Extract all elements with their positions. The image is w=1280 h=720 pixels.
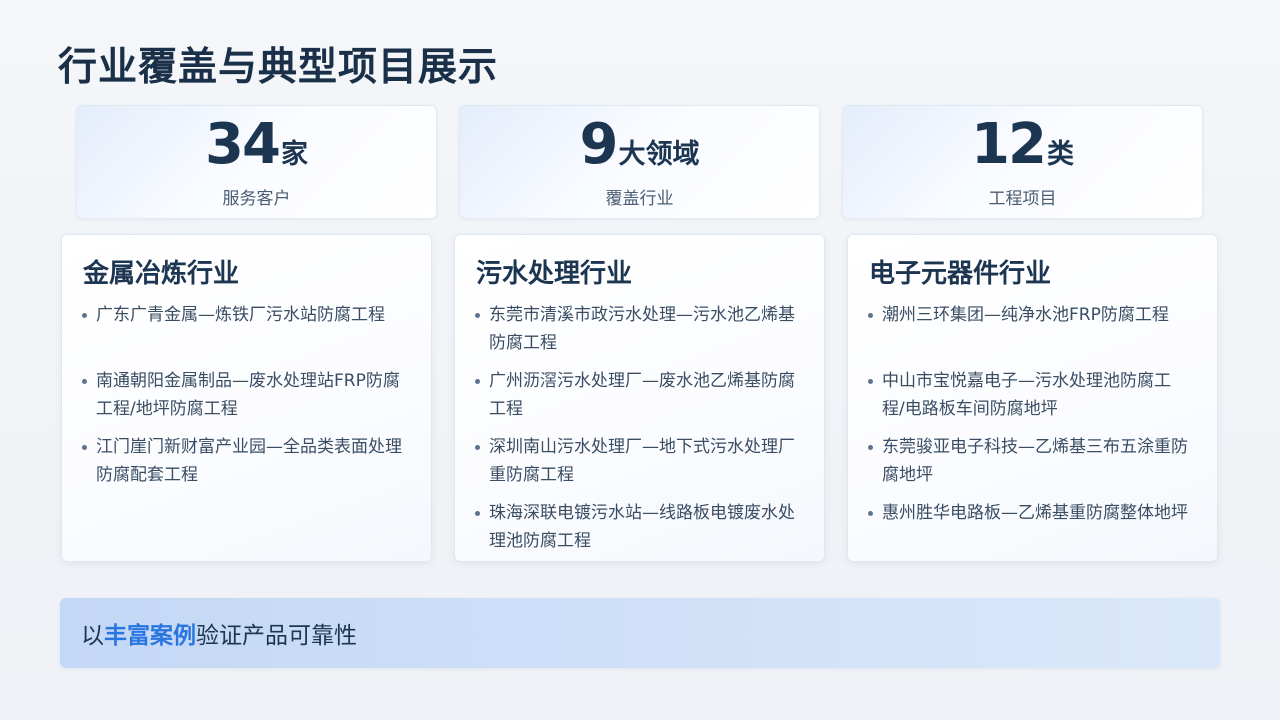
stat-card-projects: 12 类 工程项目 [842,105,1203,219]
list-item: 中山市宝悦嘉电子—污水处理池防腐工程/电路板车间防腐地坪 [868,367,1193,423]
list-item: 江门崖门新财富产业园—全品类表面处理防腐配套工程 [82,433,407,489]
stat-unit: 大领域 [618,139,700,170]
card-title: 污水处理行业 [476,259,633,289]
bullet-icon [868,379,873,384]
stat-card-clients: 34 家 服务客户 [76,105,437,219]
list-item-text: 南通朝阳金属制品—废水处理站FRP防腐工程/地坪防腐工程 [96,371,400,419]
stat-label: 工程项目 [988,189,1057,209]
stat-label: 覆盖行业 [605,189,674,209]
list-item: 南通朝阳金属制品—废水处理站FRP防腐工程/地坪防腐工程 [82,367,407,423]
bullet-icon [868,313,873,318]
list-item-text: 中山市宝悦嘉电子—污水处理池防腐工程/电路板车间防腐地坪 [882,371,1171,419]
banner-highlight: 丰富案例 [104,623,196,649]
list-item: 广东广青金属—炼铁厂污水站防腐工程 [82,301,407,329]
bullet-icon [475,511,480,516]
stat-unit: 类 [1046,139,1074,170]
list-item-text: 东莞市清溪市政污水处理—污水池乙烯基防腐工程 [489,305,795,353]
list-item: 惠州胜华电路板—乙烯基重防腐整体地坪 [868,499,1193,527]
industry-card-wastewater: 污水处理行业 东莞市清溪市政污水处理—污水池乙烯基防腐工程 广州沥滘污水处理厂—… [454,234,825,562]
banner-prefix: 以 [81,623,104,649]
card-title: 金属冶炼行业 [83,259,240,289]
list-item: 深圳南山污水处理厂—地下式污水处理厂重防腐工程 [475,433,800,489]
list-item: 广州沥滘污水处理厂—废水池乙烯基防腐工程 [475,367,800,423]
industry-card-metal: 金属冶炼行业 广东广青金属—炼铁厂污水站防腐工程 南通朝阳金属制品—废水处理站F… [61,234,432,562]
stat-number: 9 [579,112,619,177]
stat-unit: 家 [280,139,308,170]
stat-number: 34 [205,112,281,177]
list-item-text: 惠州胜华电路板—乙烯基重防腐整体地坪 [882,503,1188,523]
stat-number: 12 [971,112,1047,177]
bullet-icon [475,445,480,450]
card-title: 电子元器件行业 [869,259,1052,289]
bullet-icon [82,379,87,384]
bullet-icon [475,313,480,318]
bullet-icon [475,379,480,384]
list-item: 东莞市清溪市政污水处理—污水池乙烯基防腐工程 [475,301,800,357]
stat-label: 服务客户 [222,189,291,209]
list-item-text: 东莞骏亚电子科技—乙烯基三布五涂重防腐地坪 [882,437,1188,485]
list-item-text: 潮州三环集团—纯净水池FRP防腐工程 [882,305,1169,325]
bullet-icon [868,445,873,450]
stat-card-industries: 9 大领域 覆盖行业 [459,105,820,219]
list-item-text: 珠海深联电镀污水站—线路板电镀废水处理池防腐工程 [489,503,795,551]
page-title: 行业覆盖与典型项目展示 [58,44,499,90]
banner-text: 以丰富案例验证产品可靠性 [81,616,357,650]
bullet-icon [868,511,873,516]
bullet-icon [82,313,87,318]
list-item: 东莞骏亚电子科技—乙烯基三布五涂重防腐地坪 [868,433,1193,489]
list-item: 珠海深联电镀污水站—线路板电镀废水处理池防腐工程 [475,499,800,555]
list-item-text: 广东广青金属—炼铁厂污水站防腐工程 [96,305,385,325]
list-item: 潮州三环集团—纯净水池FRP防腐工程 [868,301,1193,329]
project-list: 广东广青金属—炼铁厂污水站防腐工程 南通朝阳金属制品—废水处理站FRP防腐工程/… [82,301,407,499]
list-item-text: 深圳南山污水处理厂—地下式污水处理厂重防腐工程 [489,437,795,485]
project-list: 潮州三环集团—纯净水池FRP防腐工程 中山市宝悦嘉电子—污水处理池防腐工程/电路… [868,301,1193,537]
summary-banner: 以丰富案例验证产品可靠性 [60,598,1220,668]
bullet-icon [82,445,87,450]
banner-suffix: 验证产品可靠性 [196,623,357,649]
list-item-text: 广州沥滘污水处理厂—废水池乙烯基防腐工程 [489,371,795,419]
project-list: 东莞市清溪市政污水处理—污水池乙烯基防腐工程 广州沥滘污水处理厂—废水池乙烯基防… [475,301,800,565]
industry-card-electronics: 电子元器件行业 潮州三环集团—纯净水池FRP防腐工程 中山市宝悦嘉电子—污水处理… [847,234,1218,562]
list-item-text: 江门崖门新财富产业园—全品类表面处理防腐配套工程 [96,437,402,485]
